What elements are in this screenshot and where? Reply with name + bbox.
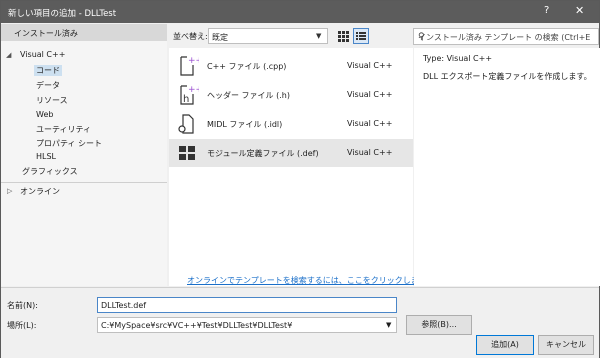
location-combo[interactable]: C:¥MySpace¥src¥VC++¥Test¥DLLTest¥DLLTest… bbox=[97, 317, 397, 333]
name-label: 名前(N): bbox=[7, 301, 38, 310]
template-description: DLL エクスポート定義ファイルを作成します。 bbox=[423, 72, 592, 81]
browse-button-label: 参照(B)... bbox=[421, 320, 457, 329]
tree-item-hlsl[interactable]: HLSL bbox=[36, 152, 56, 161]
sort-select[interactable]: 既定 ▼ bbox=[208, 28, 328, 44]
template-name: C++ ファイル (.cpp) bbox=[207, 62, 287, 71]
template-type: Visual C++ bbox=[347, 119, 393, 128]
grid-view-button[interactable] bbox=[335, 28, 351, 44]
help-button[interactable]: ? bbox=[544, 5, 549, 16]
template-toolbar: 並べ替え: 既定 ▼ インストール済み テンプレート の検索 (Ctrl+E ⚲ bbox=[167, 24, 600, 46]
svg-text:++: ++ bbox=[188, 85, 199, 95]
file-form: 名前(N): DLLTest.def 場所(L): C:¥MySpace¥src… bbox=[1, 287, 599, 358]
cancel-button[interactable]: キャンセル bbox=[538, 335, 594, 355]
tree-item-graphics[interactable]: グラフィックス bbox=[22, 166, 78, 177]
cancel-button-label: キャンセル bbox=[546, 340, 586, 349]
list-view-icon bbox=[356, 32, 366, 40]
svg-text:++: ++ bbox=[188, 56, 199, 66]
template-item-midl[interactable]: MIDL ファイル (.idl) Visual C++ bbox=[169, 110, 413, 138]
close-button[interactable]: ✕ bbox=[575, 4, 584, 17]
add-button[interactable]: 追加(A) bbox=[476, 335, 534, 355]
tree-divider bbox=[1, 182, 167, 183]
tree-item-utility[interactable]: ユーティリティ bbox=[36, 124, 91, 135]
collapse-triangle-icon[interactable]: ◢ bbox=[6, 51, 11, 59]
template-item-header[interactable]: h ++ ヘッダー ファイル (.h) Visual C++ bbox=[169, 81, 413, 109]
tree-item-online[interactable]: オンライン bbox=[20, 186, 60, 197]
cpp-file-icon: ++ bbox=[180, 56, 199, 76]
template-type: Visual C++ bbox=[347, 61, 393, 70]
template-type: Visual C++ bbox=[347, 90, 393, 99]
category-tree: インストール済み ◢ Visual C++ コード データ リソース Web ユ… bbox=[1, 24, 167, 286]
tree-item-visual-cpp[interactable]: Visual C++ bbox=[20, 50, 65, 59]
browse-button[interactable]: 参照(B)... bbox=[406, 315, 472, 335]
header-file-icon: h ++ bbox=[180, 85, 199, 105]
module-definition-icon bbox=[179, 146, 195, 160]
dialog-window: 新しい項目の追加 - DLLTest ? ✕ インストール済み ◢ Visual… bbox=[0, 0, 600, 358]
template-name: MIDL ファイル (.idl) bbox=[207, 120, 283, 129]
tree-item-code[interactable]: コード bbox=[34, 65, 62, 76]
tree-header-installed[interactable]: インストール済み bbox=[1, 24, 167, 41]
template-name: モジュール定義ファイル (.def) bbox=[207, 149, 319, 158]
template-list: ++ C++ ファイル (.cpp) Visual C++ h ++ ヘッダー … bbox=[169, 48, 434, 286]
tree-item-resource[interactable]: リソース bbox=[36, 95, 68, 106]
location-value: C:¥MySpace¥src¥VC++¥Test¥DLLTest¥DLLTest… bbox=[101, 321, 293, 330]
name-input[interactable]: DLLTest.def bbox=[97, 297, 397, 313]
name-value: DLLTest.def bbox=[101, 301, 147, 310]
svg-text:h: h bbox=[183, 94, 189, 105]
template-item-cpp[interactable]: ++ C++ ファイル (.cpp) Visual C++ bbox=[169, 52, 413, 80]
location-label: 場所(L): bbox=[7, 321, 37, 330]
tree-item-data[interactable]: データ bbox=[36, 80, 60, 91]
sort-value: 既定 bbox=[212, 33, 228, 42]
online-templates-link[interactable]: オンラインでテンプレートを検索するには、ここをクリックします。 bbox=[187, 275, 434, 286]
chevron-down-icon[interactable]: ▼ bbox=[386, 321, 391, 329]
tree-header-label: インストール済み bbox=[14, 29, 78, 38]
template-type: Visual C++ bbox=[347, 148, 393, 157]
details-type: Type: Visual C++ bbox=[423, 54, 492, 63]
grid-view-icon bbox=[338, 31, 349, 42]
tree-item-property-sheet[interactable]: プロパティ シート bbox=[36, 138, 102, 149]
template-details: Type: Visual C++ DLL エクスポート定義ファイルを作成します。 bbox=[414, 48, 600, 286]
chevron-down-icon: ▼ bbox=[316, 32, 322, 40]
search-placeholder: インストール済み テンプレート の検索 (Ctrl+E bbox=[418, 33, 591, 42]
search-icon[interactable]: ⚲ bbox=[418, 32, 425, 42]
midl-file-icon bbox=[178, 114, 194, 134]
tree-item-web[interactable]: Web bbox=[36, 110, 53, 119]
title-bar: 新しい項目の追加 - DLLTest ? ✕ bbox=[1, 1, 599, 23]
sort-label: 並べ替え: bbox=[173, 32, 208, 41]
template-name: ヘッダー ファイル (.h) bbox=[207, 91, 290, 100]
list-view-button[interactable] bbox=[353, 28, 369, 44]
template-item-def[interactable]: モジュール定義ファイル (.def) Visual C++ bbox=[169, 139, 413, 167]
type-label: Type: bbox=[423, 54, 445, 63]
type-value: Visual C++ bbox=[446, 54, 493, 63]
window-title: 新しい項目の追加 - DLLTest bbox=[8, 9, 117, 19]
expand-triangle-icon[interactable]: ▷ bbox=[7, 187, 12, 195]
add-button-label: 追加(A) bbox=[491, 340, 519, 349]
template-search-input[interactable]: インストール済み テンプレート の検索 (Ctrl+E ⚲ bbox=[413, 28, 599, 45]
